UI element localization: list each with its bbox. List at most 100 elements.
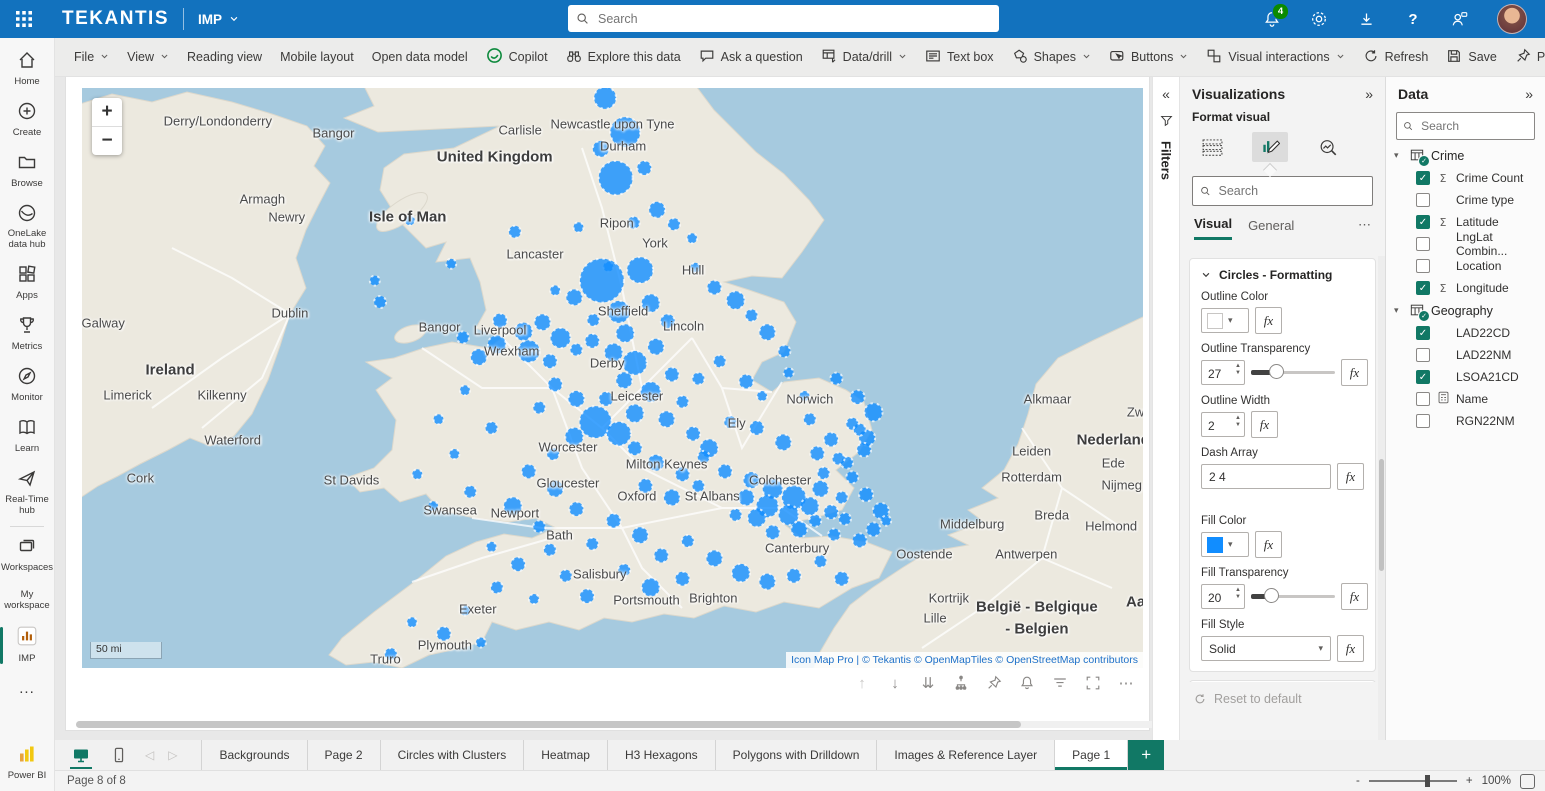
map-data-circle[interactable] <box>593 141 609 157</box>
download-icon[interactable] <box>1356 9 1376 29</box>
map-data-circle[interactable] <box>464 486 476 498</box>
map-data-circle[interactable] <box>460 385 470 395</box>
map-data-circle[interactable] <box>471 349 487 365</box>
filters-pane-title[interactable]: Filters <box>1159 141 1174 180</box>
map-data-circle[interactable] <box>514 323 532 341</box>
sidebar-item-create[interactable]: Create <box>0 95 54 146</box>
map-data-circle[interactable] <box>543 354 557 368</box>
map-data-circle[interactable] <box>610 117 640 147</box>
analytics-tab-icon[interactable] <box>1310 132 1346 162</box>
map-data-circle[interactable] <box>599 392 613 406</box>
outline-transparency-slider[interactable] <box>1251 360 1335 385</box>
map-data-circle[interactable] <box>649 202 665 218</box>
sidebar-item-workspaces[interactable]: Workspaces <box>0 530 54 581</box>
map-data-circle[interactable] <box>407 617 417 627</box>
map-data-circle[interactable] <box>626 404 644 422</box>
map-data-circle[interactable] <box>810 446 824 460</box>
field-lnglat-combin[interactable]: LngLat Combin... <box>1386 233 1545 255</box>
map-data-circle[interactable] <box>784 368 794 378</box>
map-data-circle[interactable] <box>437 627 451 641</box>
toolbar-explore-this-data-button[interactable]: Explore this data <box>557 38 690 76</box>
map-data-circle[interactable] <box>642 578 660 596</box>
toolbar-pin-to-a-dashboard-button[interactable]: Pin to a dashboard <box>1506 38 1545 76</box>
map-data-circle[interactable] <box>706 550 722 566</box>
map-data-circle[interactable] <box>628 441 642 455</box>
sidebar-item-imp[interactable]: IMP <box>0 619 54 672</box>
prev-page-icon[interactable]: ◁ <box>145 748 154 762</box>
map-data-circle[interactable] <box>616 324 634 342</box>
map-data-circle[interactable] <box>648 455 664 471</box>
arrow-up-icon[interactable]: ↑ <box>853 674 871 692</box>
map-data-circle[interactable] <box>533 521 545 533</box>
app-name-menu[interactable]: IMP <box>198 12 239 27</box>
map-data-circle[interactable] <box>698 451 710 463</box>
toolbar-text-box-button[interactable]: Text box <box>916 38 1003 76</box>
map-data-circle[interactable] <box>518 340 540 362</box>
map-data-circle[interactable] <box>867 522 881 536</box>
alert-icon[interactable] <box>1018 674 1036 692</box>
outline-color-picker[interactable]: ▾ <box>1201 308 1249 333</box>
sidebar-item-apps[interactable]: Apps <box>0 258 54 309</box>
outline-transparency-fx-button[interactable]: fx <box>1341 359 1368 386</box>
filter-funnel-icon[interactable] <box>1160 114 1173 127</box>
map-data-circle[interactable] <box>522 464 536 478</box>
map-data-circle[interactable] <box>746 309 758 321</box>
fill-transparency-input[interactable] <box>1202 585 1236 610</box>
map-data-circle[interactable] <box>727 291 745 309</box>
data-rows-card[interactable]: Data Rows <box>1189 680 1376 682</box>
map-data-circle[interactable] <box>580 589 594 603</box>
spinner-carets[interactable]: ▲▼ <box>1235 363 1241 376</box>
field-lad22nm[interactable]: LAD22NM <box>1386 344 1545 366</box>
outline-color-fx-button[interactable]: fx <box>1255 307 1282 334</box>
fill-color-picker[interactable]: ▾ <box>1201 532 1249 557</box>
map-data-circle[interactable] <box>815 555 827 567</box>
map-data-circle[interactable] <box>787 569 801 583</box>
map-data-circle[interactable] <box>599 161 633 195</box>
map-data-circle[interactable] <box>412 469 422 479</box>
reset-to-default[interactable]: Reset to default <box>1194 692 1302 706</box>
dash-array-fx-button[interactable]: fx <box>1337 463 1364 490</box>
add-page-button[interactable]: + <box>1128 740 1164 770</box>
map-data-circle[interactable] <box>529 594 539 604</box>
map-data-circle[interactable] <box>692 373 704 385</box>
toolbar-reading-view-button[interactable]: Reading view <box>178 38 271 76</box>
spinner-carets[interactable]: ▲▼ <box>1235 415 1241 428</box>
map-data-circle[interactable] <box>809 515 821 527</box>
map-data-circle[interactable] <box>618 564 630 576</box>
sidebar-item-power-bi[interactable]: Power BI <box>0 738 54 789</box>
page-tab-h3-hexagons[interactable]: H3 Hexagons <box>607 740 715 770</box>
map-data-circle[interactable] <box>654 549 668 563</box>
toolbar-save-button[interactable]: Save <box>1437 38 1506 76</box>
checkbox-checked[interactable]: ✓ <box>1416 215 1430 229</box>
map-data-circle[interactable] <box>587 314 599 326</box>
map-data-circle[interactable] <box>446 259 456 269</box>
fill-color-fx-button[interactable]: fx <box>1255 531 1282 558</box>
map-data-circle[interactable] <box>775 434 791 450</box>
toolbar-copilot-button[interactable]: Copilot <box>477 38 557 76</box>
toolbar-view-button[interactable]: View <box>118 38 178 76</box>
map-data-circle[interactable] <box>607 422 631 446</box>
map-data-circle[interactable] <box>759 574 775 590</box>
field-longitude[interactable]: ✓ΣLongitude <box>1386 277 1545 299</box>
filter-icon[interactable] <box>1051 674 1069 692</box>
map-data-circle[interactable] <box>659 411 675 427</box>
page-tab-heatmap[interactable]: Heatmap <box>523 740 607 770</box>
outline-transparency-spinner[interactable]: ▲▼ <box>1201 360 1245 385</box>
map-data-circle[interactable] <box>638 479 652 493</box>
map-data-circle[interactable] <box>487 542 497 552</box>
map-data-circle[interactable] <box>668 218 680 230</box>
map-data-circle[interactable] <box>759 324 775 340</box>
map-data-circle[interactable] <box>854 424 866 436</box>
field-crime-count[interactable]: ✓ΣCrime Count <box>1386 167 1545 189</box>
map-data-circle[interactable] <box>686 427 700 441</box>
help-icon[interactable]: ? <box>1403 9 1423 29</box>
map-data-circle[interactable] <box>428 501 438 511</box>
page-tab-polygons-with-drilldown[interactable]: Polygons with Drilldown <box>715 740 877 770</box>
outline-width-input[interactable] <box>1202 413 1236 438</box>
map-data-circle[interactable] <box>801 497 819 515</box>
format-search[interactable] <box>1192 176 1373 206</box>
map-data-circle[interactable] <box>566 289 582 305</box>
field-location[interactable]: Location <box>1386 255 1545 277</box>
toolbar-visual-interactions-button[interactable]: Visual interactions <box>1197 38 1353 76</box>
map-data-circle[interactable] <box>881 516 891 526</box>
